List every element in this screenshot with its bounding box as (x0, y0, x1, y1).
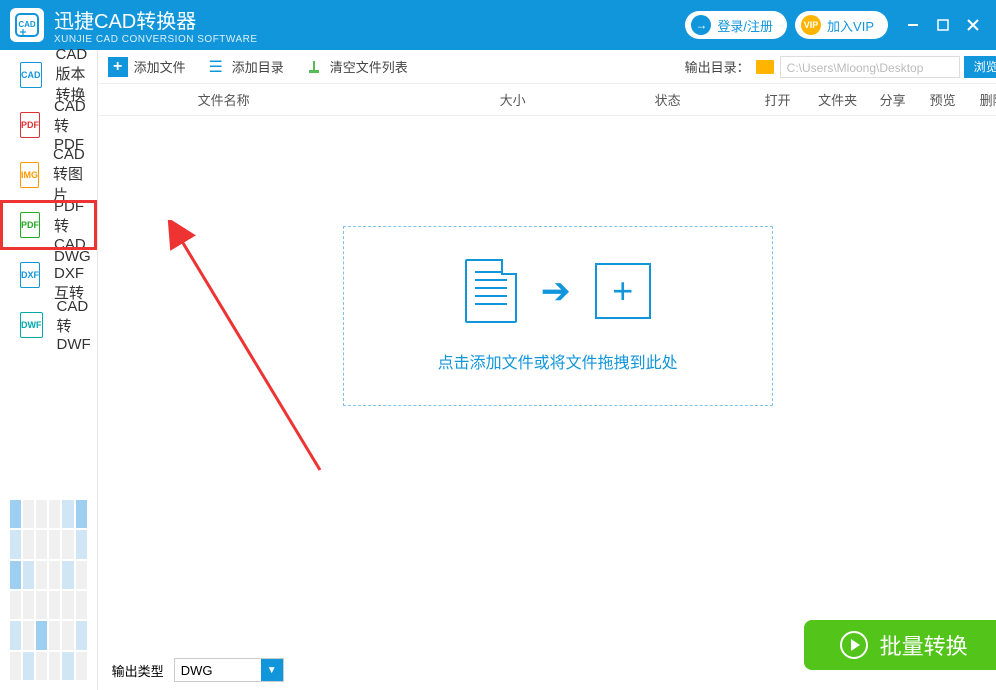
list-icon: ☰ (206, 57, 226, 77)
arrow-right-icon: → (691, 15, 711, 35)
output-type-select[interactable]: DWG ▼ (174, 658, 284, 682)
chevron-down-icon: ▼ (261, 659, 283, 681)
sidebar-item-label: DWG DXF互转 (54, 248, 97, 303)
sidebar-item-cad-to-image[interactable]: IMG CAD转图片 (0, 150, 97, 200)
app-subtitle: XUNJIE CAD CONVERSION SOFTWARE (54, 34, 258, 45)
vip-label: 加入VIP (827, 16, 874, 35)
vip-badge-icon: VIP (801, 15, 821, 35)
cad-pdf-icon: PDF (20, 112, 40, 138)
output-dir-path[interactable]: C:\Users\Mloong\Desktop (780, 56, 960, 78)
cad-version-icon: CAD (20, 62, 42, 88)
sidebar-ad (0, 490, 97, 690)
maximize-button[interactable] (930, 12, 956, 38)
batch-convert-button[interactable]: 批量转换 (804, 620, 996, 670)
sidebar-item-cad-to-dwf[interactable]: DWF CAD转DWF (0, 300, 97, 350)
sidebar-item-label: CAD转PDF (54, 98, 97, 153)
svg-text:CAD: CAD (18, 20, 36, 29)
drop-box[interactable]: ➔ + 点击添加文件或将文件拖拽到此处 (343, 226, 773, 406)
sidebar-item-label: CAD版本转换 (56, 46, 97, 105)
add-dir-button[interactable]: ☰ 添加目录 (206, 57, 284, 77)
sidebar-item-label: CAD转图片 (53, 146, 97, 205)
plus-box-icon: + (595, 263, 651, 319)
col-folder: 文件夹 (808, 90, 868, 109)
login-label: 登录/注册 (717, 16, 773, 35)
col-status: 状态 (588, 90, 748, 109)
plus-icon: + (108, 57, 128, 77)
col-open: 打开 (748, 90, 808, 109)
sidebar-item-cad-to-pdf[interactable]: PDF CAD转PDF (0, 100, 97, 150)
minimize-button[interactable] (900, 12, 926, 38)
cad-dwf-icon: DWF (20, 312, 43, 338)
col-share: 分享 (868, 90, 918, 109)
clear-list-button[interactable]: 清空文件列表 (304, 57, 408, 77)
app-logo: CAD (10, 8, 44, 42)
login-button[interactable]: → 登录/注册 (685, 11, 787, 39)
main-panel: + 添加文件 ☰ 添加目录 清空文件列表 输出目录： C:\Users\Mloo… (98, 50, 996, 690)
output-dir-label: 输出目录： (685, 57, 750, 76)
dwg-dxf-icon: DXF (20, 262, 40, 288)
close-button[interactable] (960, 12, 986, 38)
toolbar: + 添加文件 ☰ 添加目录 清空文件列表 输出目录： C:\Users\Mloo… (98, 50, 996, 84)
title-group: 迅捷CAD转换器 XUNJIE CAD CONVERSION SOFTWARE (54, 5, 258, 45)
cad-image-icon: IMG (20, 162, 39, 188)
sidebar: CAD CAD版本转换 PDF CAD转PDF IMG CAD转图片 PDF P… (0, 50, 98, 690)
arrow-right-icon: ➔ (541, 270, 571, 312)
folder-icon (756, 60, 774, 74)
sidebar-item-label: CAD转DWF (57, 298, 97, 353)
output-type-value: DWG (181, 663, 213, 678)
sidebar-item-pdf-to-cad[interactable]: PDF PDF转CAD (0, 200, 97, 250)
col-size: 大小 (438, 90, 588, 109)
clear-list-label: 清空文件列表 (330, 57, 408, 76)
col-delete: 删除 (968, 90, 996, 109)
add-dir-label: 添加目录 (232, 57, 284, 76)
drop-icons: ➔ + (465, 259, 651, 323)
file-list-header: 文件名称 大小 状态 打开 文件夹 分享 预览 删除 (98, 84, 996, 116)
col-name: 文件名称 (198, 90, 438, 109)
browse-button[interactable]: 浏览 (964, 56, 996, 78)
output-type-label: 输出类型 (112, 661, 164, 680)
pdf-cad-icon: PDF (20, 212, 40, 238)
convert-label: 批量转换 (880, 629, 968, 661)
sidebar-item-cad-version[interactable]: CAD CAD版本转换 (0, 50, 97, 100)
document-icon (465, 259, 517, 323)
titlebar: CAD 迅捷CAD转换器 XUNJIE CAD CONVERSION SOFTW… (0, 0, 996, 50)
sidebar-item-dwg-dxf[interactable]: DXF DWG DXF互转 (0, 250, 97, 300)
add-file-button[interactable]: + 添加文件 (108, 57, 186, 77)
play-icon (840, 631, 868, 659)
vip-button[interactable]: VIP 加入VIP (795, 11, 888, 39)
sidebar-item-label: PDF转CAD (54, 198, 97, 253)
broom-icon (304, 57, 324, 77)
drop-hint: 点击添加文件或将文件拖拽到此处 (438, 349, 678, 373)
drop-area[interactable]: ➔ + 点击添加文件或将文件拖拽到此处 (98, 116, 996, 650)
add-file-label: 添加文件 (134, 57, 186, 76)
app-title: 迅捷CAD转换器 (54, 5, 258, 34)
col-preview: 预览 (918, 90, 968, 109)
